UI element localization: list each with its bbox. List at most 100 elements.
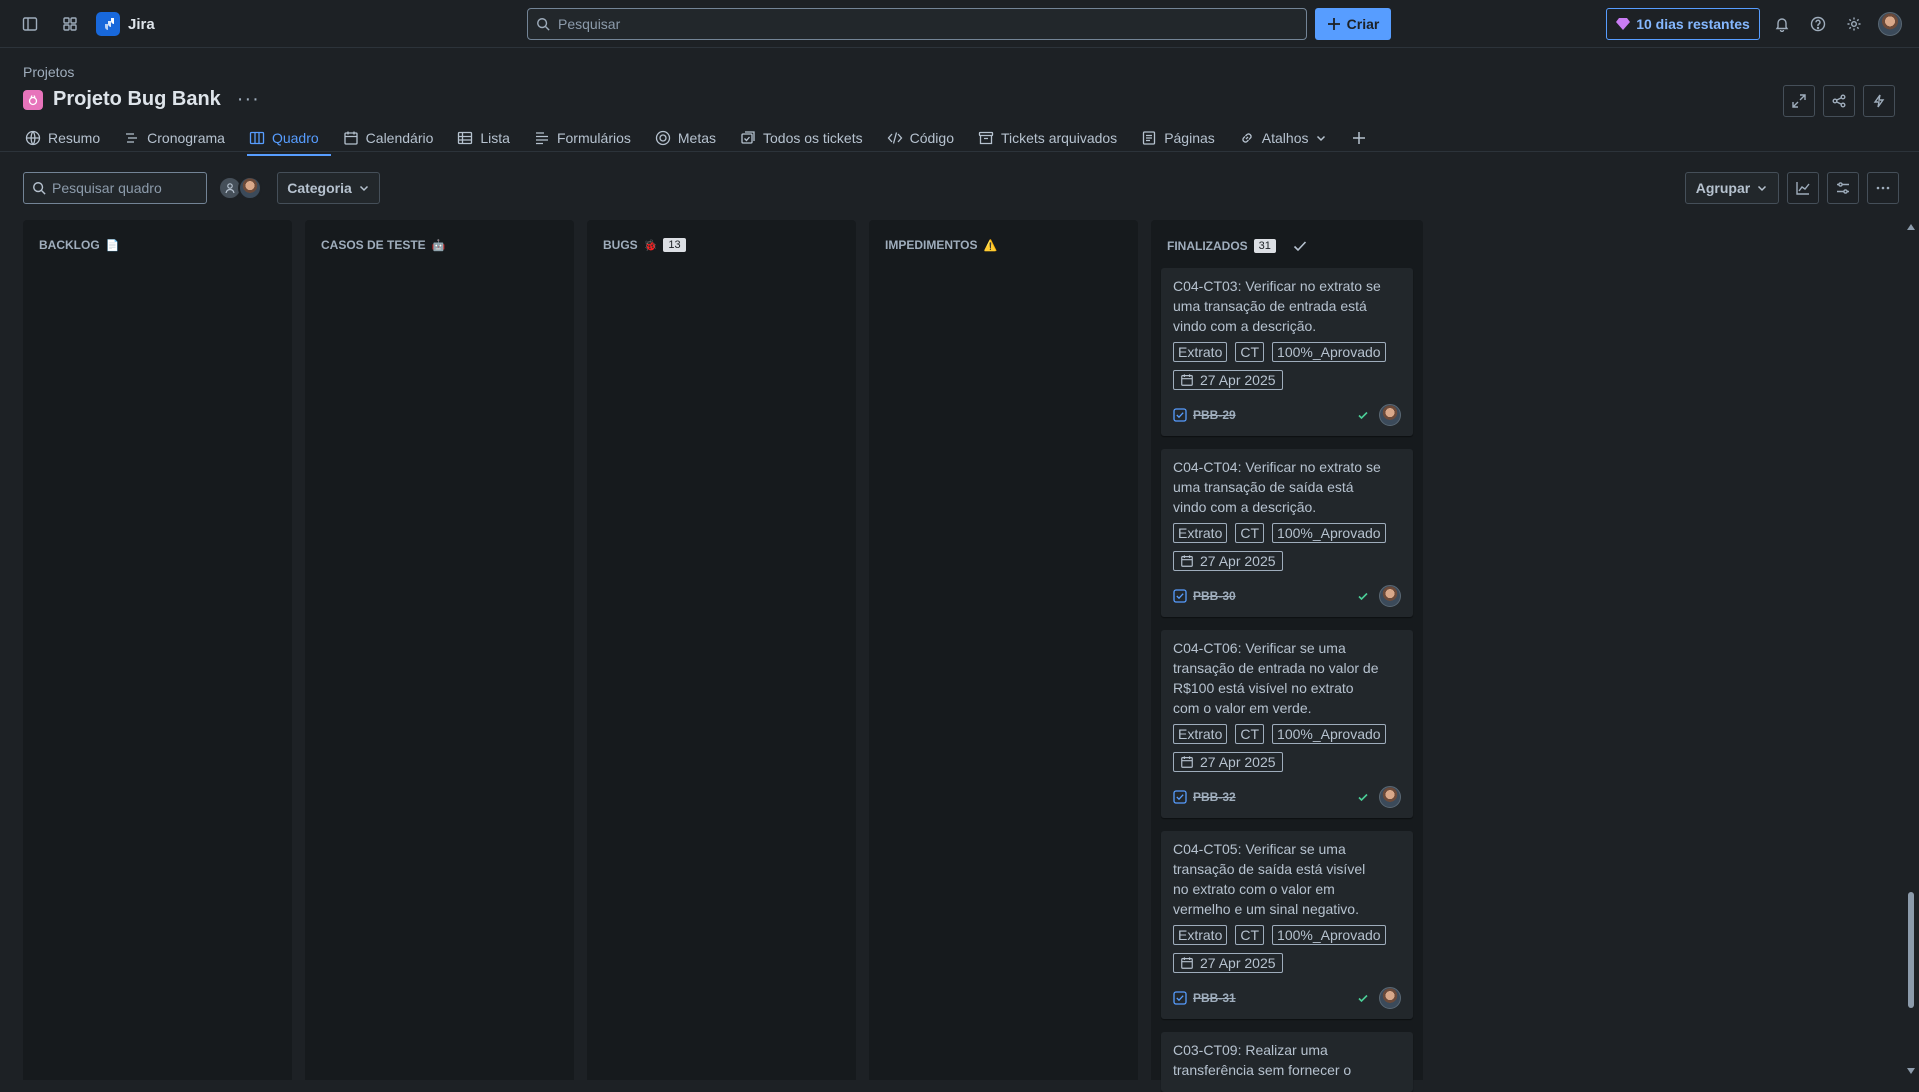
target-icon	[655, 130, 671, 146]
issue-key[interactable]: PBB-30	[1193, 589, 1236, 603]
page-title: Projeto Bug Bank	[53, 88, 221, 110]
board-search-input[interactable]	[52, 180, 202, 196]
category-dropdown[interactable]: Categoria	[277, 172, 380, 204]
link-icon	[1242, 133, 1252, 143]
board-search[interactable]	[23, 172, 207, 204]
automation-lightning-icon[interactable]	[1863, 85, 1895, 117]
jira-app-name: Jira	[128, 15, 155, 33]
global-search[interactable]	[527, 8, 1307, 40]
column-header[interactable]: BUGS 🐞 13	[603, 238, 686, 252]
scroll-up-arrow-icon[interactable]	[1907, 224, 1915, 230]
card-footer: PBB-29	[1173, 404, 1401, 426]
app-switcher-icon[interactable]	[56, 10, 84, 38]
help-icon[interactable]	[1804, 10, 1832, 38]
create-button[interactable]: Criar	[1315, 8, 1391, 40]
notifications-bell-icon[interactable]	[1768, 10, 1796, 38]
top-navigation: Jira Criar 10 dias restantes	[0, 0, 1919, 48]
card-footer-right	[1357, 987, 1401, 1009]
topbar-left: Jira	[16, 10, 155, 38]
view-settings-icon[interactable]	[1827, 172, 1859, 204]
column-finalizados: FINALIZADOS 31 C04-CT03: Verificar no ex…	[1151, 220, 1423, 1092]
share-icon[interactable]	[1823, 85, 1855, 117]
tab-todos-os-tickets[interactable]: Todos os tickets	[738, 124, 875, 152]
tab-codigo[interactable]: Código	[885, 124, 966, 152]
column-header[interactable]: CASOS DE TESTE 🤖	[321, 238, 445, 252]
list-icon	[458, 131, 473, 145]
card-footer: PBB-31	[1173, 987, 1401, 1009]
calendar-icon	[1181, 756, 1193, 768]
fullscreen-icon[interactable]	[1783, 85, 1815, 117]
tab-lista[interactable]: Lista	[455, 124, 522, 152]
warning-icon: ⚠️	[983, 239, 998, 252]
tab-atalhos[interactable]: Atalhos	[1237, 124, 1340, 152]
tab-label: Tickets arquivados	[1000, 130, 1118, 146]
board-icon	[249, 131, 265, 145]
due-date-text: 27 Apr 2025	[1200, 955, 1276, 971]
user-avatar[interactable]	[1876, 10, 1904, 38]
issue-card[interactable]: C04-CT06: Verificar se uma transação de …	[1161, 630, 1413, 818]
column-count-badge: 13	[663, 238, 686, 252]
issue-key[interactable]: PBB-29	[1193, 408, 1236, 422]
avatar[interactable]	[238, 176, 262, 200]
done-check-icon	[1358, 411, 1368, 420]
card-title: C04-CT06: Verificar se uma transação de …	[1173, 640, 1379, 716]
label-tag: 100%_Aprovado	[1272, 523, 1386, 543]
tab-paginas[interactable]: Páginas	[1139, 124, 1227, 152]
breadcrumb[interactable]: Projetos	[23, 64, 74, 80]
settings-gear-icon[interactable]	[1840, 10, 1868, 38]
search-icon	[537, 18, 550, 31]
tab-cronograma[interactable]: Cronograma	[122, 124, 237, 152]
issue-card[interactable]: C04-CT05: Verificar se uma transação de …	[1161, 831, 1413, 1019]
tab-label: Quadro	[271, 130, 319, 146]
search-input[interactable]	[558, 16, 1278, 32]
project-tabs: Resumo Cronograma Quadro Calendário List…	[23, 124, 1389, 156]
robot-icon: 🤖	[431, 239, 446, 252]
column-header[interactable]: IMPEDIMENTOS ⚠️	[885, 238, 997, 252]
chevron-down-icon	[1317, 135, 1326, 142]
tab-tickets-arquivados[interactable]: Tickets arquivados	[976, 124, 1129, 152]
tab-label: Atalhos	[1261, 130, 1309, 146]
scrollbar-thumb[interactable]	[1908, 892, 1914, 1008]
tab-formularios[interactable]: Formulários	[532, 124, 643, 152]
project-title-row: Projeto Bug Bank ···	[23, 88, 260, 111]
issue-key[interactable]: PBB-32	[1193, 790, 1236, 804]
pages-icon	[1143, 131, 1156, 145]
issue-card[interactable]: C03-CT09: Realizar uma transferência sem…	[1161, 1032, 1413, 1092]
avatar[interactable]	[1379, 404, 1401, 426]
card-labels: Extrato CT 100%_Aprovado	[1173, 342, 1401, 362]
insights-chart-icon[interactable]	[1787, 172, 1819, 204]
issue-card[interactable]: C04-CT03: Verificar no extrato se uma tr…	[1161, 268, 1413, 436]
tab-metas[interactable]: Metas	[653, 124, 728, 152]
tab-calendario[interactable]: Calendário	[341, 124, 446, 152]
more-actions-icon[interactable]: ···	[237, 88, 260, 111]
tab-quadro[interactable]: Quadro	[246, 124, 331, 156]
card-footer-right	[1357, 786, 1401, 808]
globe-icon	[25, 130, 41, 146]
add-tab-button[interactable]	[1349, 124, 1379, 152]
board-actions: Agrupar	[1685, 172, 1899, 204]
scroll-down-arrow-icon[interactable]	[1907, 1068, 1915, 1074]
avatar[interactable]	[1379, 987, 1401, 1009]
sidebar-toggle-icon[interactable]	[16, 10, 44, 38]
column-header[interactable]: BACKLOG 📄	[39, 238, 119, 252]
column-header[interactable]: FINALIZADOS 31	[1167, 238, 1308, 254]
label-tag: Extrato	[1173, 342, 1228, 362]
board-scrollbar[interactable]	[1905, 220, 1917, 1080]
chevron-down-icon	[359, 185, 368, 192]
trial-button[interactable]: 10 dias restantes	[1606, 8, 1760, 40]
done-check-icon	[1358, 793, 1368, 802]
issue-card[interactable]: C04-CT04: Verificar no extrato se uma tr…	[1161, 449, 1413, 617]
more-icon[interactable]	[1867, 172, 1899, 204]
create-button-label: Criar	[1346, 16, 1380, 32]
task-checkbox-icon	[1173, 589, 1187, 603]
group-by-dropdown[interactable]: Agrupar	[1685, 172, 1779, 204]
avatar[interactable]	[1379, 786, 1401, 808]
form-icon	[535, 132, 548, 145]
tab-label: Todos os tickets	[763, 130, 863, 146]
tab-resumo[interactable]: Resumo	[23, 124, 112, 152]
tab-label: Lista	[480, 130, 510, 146]
jira-logo[interactable]: Jira	[96, 12, 155, 36]
avatar[interactable]	[1379, 585, 1401, 607]
issue-key[interactable]: PBB-31	[1193, 991, 1236, 1005]
card-footer-right	[1357, 585, 1401, 607]
